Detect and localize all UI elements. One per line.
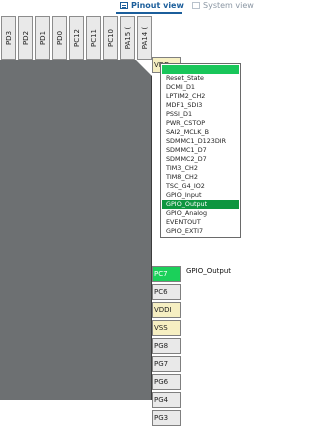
top-pin-pc12[interactable]: PC12 bbox=[69, 16, 84, 60]
tab-pinout-view-label: Pinout view bbox=[131, 1, 184, 10]
menu-item[interactable]: TSC_G4_IO2 bbox=[162, 182, 239, 191]
top-pin-pd3[interactable]: PD3 bbox=[1, 16, 16, 60]
menu-item[interactable]: SDMMC2_D7 bbox=[162, 155, 239, 164]
menu-item[interactable]: LPTIM2_CH2 bbox=[162, 92, 239, 101]
right-pin-vddi[interactable]: VDDI bbox=[152, 302, 181, 318]
right-pin-pg4[interactable]: PG4 bbox=[152, 392, 181, 408]
top-pin-pd1[interactable]: PD1 bbox=[35, 16, 50, 60]
active-tab-indicator bbox=[116, 12, 182, 14]
top-pin-pa14[interactable]: PA14 ( bbox=[137, 16, 152, 60]
menu-header: PC7 bbox=[162, 65, 239, 74]
menu-item[interactable]: MDF1_SDI3 bbox=[162, 101, 239, 110]
right-pin-pg6[interactable]: PG6 bbox=[152, 374, 181, 390]
tab-system-view-label: System view bbox=[203, 1, 254, 10]
pinout-view-icon bbox=[120, 2, 128, 9]
menu-item[interactable]: SDMMC1_D7 bbox=[162, 146, 239, 155]
menu-item[interactable]: TIM3_CH2 bbox=[162, 164, 239, 173]
tab-system-view[interactable]: System view bbox=[192, 1, 254, 11]
menu-item[interactable]: GPIO_Input bbox=[162, 191, 239, 200]
right-pin-vss[interactable]: VSS bbox=[152, 320, 181, 336]
menu-item[interactable]: DCMI_D1 bbox=[162, 83, 239, 92]
top-pin-pc10[interactable]: PC10 bbox=[103, 16, 118, 60]
menu-item[interactable]: EVENTOUT bbox=[162, 218, 239, 227]
right-pin-pc6[interactable]: PC6 bbox=[152, 284, 181, 300]
top-pin-pd0[interactable]: PD0 bbox=[52, 16, 67, 60]
menu-item[interactable]: SAI2_MCLK_B bbox=[162, 128, 239, 137]
menu-item[interactable]: GPIO_Analog bbox=[162, 209, 239, 218]
right-pin-pc7[interactable]: PC7 bbox=[152, 266, 181, 282]
right-pin-pg7[interactable]: PG7 bbox=[152, 356, 181, 372]
system-view-icon bbox=[192, 2, 200, 9]
menu-item-selected[interactable]: GPIO_Output bbox=[162, 200, 239, 209]
view-tabs: Pinout view System view bbox=[0, 0, 254, 14]
top-pin-pa15[interactable]: PA15 ( bbox=[120, 16, 135, 60]
menu-item[interactable]: GPIO_EXTI7 bbox=[162, 227, 239, 236]
menu-item[interactable]: PSSI_D1 bbox=[162, 110, 239, 119]
top-pin-pd2[interactable]: PD2 bbox=[18, 16, 33, 60]
mcu-chip-body bbox=[0, 60, 152, 400]
pin-signal-label: GPIO_Output bbox=[186, 267, 232, 275]
menu-item[interactable]: Reset_State bbox=[162, 74, 239, 83]
menu-item[interactable]: PWR_CSTOP bbox=[162, 119, 239, 128]
menu-item[interactable]: SDMMC1_D123DIR bbox=[162, 137, 239, 146]
tab-pinout-view[interactable]: Pinout view bbox=[120, 1, 184, 11]
pin-function-menu: PC7 Reset_State DCMI_D1 LPTIM2_CH2 MDF1_… bbox=[160, 63, 241, 238]
menu-item[interactable]: TIM8_CH2 bbox=[162, 173, 239, 182]
right-pin-pg3[interactable]: PG3 bbox=[152, 410, 181, 426]
chip-corner bbox=[136, 60, 152, 76]
right-pin-pg8[interactable]: PG8 bbox=[152, 338, 181, 354]
top-pin-row: PD3 PD2 PD1 PD0 PC12 PC11 PC10 PA15 ( PA… bbox=[0, 16, 160, 60]
top-pin-pc11[interactable]: PC11 bbox=[86, 16, 101, 60]
